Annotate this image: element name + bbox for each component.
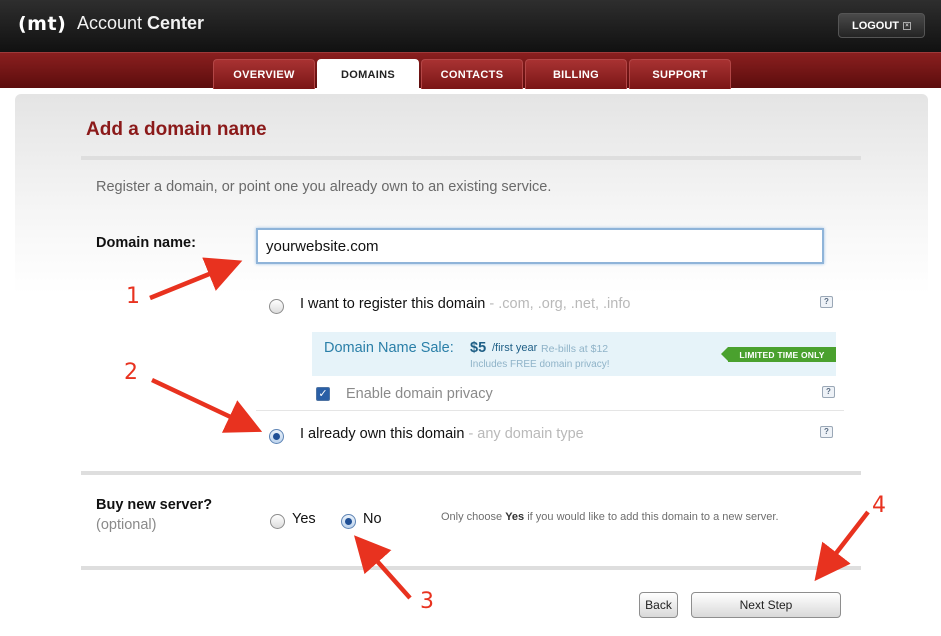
server-note-suffix: if you would like to add this domain to … <box>524 511 779 523</box>
footer-divider <box>81 566 861 570</box>
server-note: Only choose Yes if you would like to add… <box>441 511 779 523</box>
register-domain-hint: - .com, .org, .net, .info <box>485 296 631 312</box>
annotation-number-4: 4 <box>872 493 886 518</box>
server-yes-radio[interactable] <box>270 514 285 529</box>
tab-billing[interactable]: BILLING <box>525 59 627 89</box>
annotation-number-1: 1 <box>126 284 140 309</box>
section-divider <box>81 471 861 475</box>
domain-name-label: Domain name: <box>96 235 196 251</box>
mt-logo[interactable]: (mt) <box>18 13 66 35</box>
server-note-prefix: Only choose <box>441 511 506 523</box>
register-domain-label: I want to register this domain <box>300 296 486 312</box>
help-icon[interactable]: ? <box>822 386 835 398</box>
intro-text: Register a domain, or point one you alre… <box>96 179 552 195</box>
own-domain-radio[interactable] <box>269 429 284 444</box>
server-no-label[interactable]: No <box>363 511 382 527</box>
app-title: Account Center <box>77 13 204 34</box>
domain-name-input[interactable] <box>256 228 824 264</box>
next-step-button[interactable]: Next Step <box>691 592 841 618</box>
main-nav: OVERVIEW DOMAINS CONTACTS BILLING SUPPOR… <box>0 52 941 90</box>
back-button[interactable]: Back <box>639 592 678 618</box>
sale-price: $5 <box>470 340 487 356</box>
annotation-number-2: 2 <box>124 360 138 385</box>
sale-rebill: Re-bills at $12 <box>541 343 609 355</box>
buy-server-optional: (optional) <box>96 517 157 533</box>
account-center-page: (mt) Account Center LOGOUT × OVERVIEW DO… <box>0 0 941 636</box>
tab-contacts[interactable]: CONTACTS <box>421 59 523 89</box>
sale-free-privacy: Includes FREE domain privacy! <box>470 359 610 370</box>
logout-label: LOGOUT <box>851 19 900 32</box>
help-icon[interactable]: ? <box>820 296 833 308</box>
sale-title: Domain Name Sale: <box>324 340 454 356</box>
server-no-radio[interactable] <box>341 514 356 529</box>
close-box-icon: × <box>903 21 912 30</box>
tab-support[interactable]: SUPPORT <box>629 59 731 89</box>
annotation-number-3: 3 <box>420 589 434 614</box>
server-note-bold: Yes <box>505 511 525 523</box>
sale-period: /first year <box>492 342 538 354</box>
limited-time-badge: LIMITED TIME ONLY <box>721 347 836 362</box>
domain-privacy-label[interactable]: Enable domain privacy <box>346 386 493 402</box>
option-divider <box>256 410 844 411</box>
page-title: Add a domain name <box>86 119 267 140</box>
tab-domains[interactable]: DOMAINS <box>317 59 419 90</box>
buy-server-label: Buy new server? <box>96 497 213 513</box>
own-domain-label: I already own this domain <box>300 426 465 442</box>
server-yes-label[interactable]: Yes <box>292 511 316 527</box>
help-icon[interactable]: ? <box>820 426 833 438</box>
title-divider <box>81 156 861 160</box>
app-title-light: Account <box>77 13 148 33</box>
top-header: (mt) Account Center LOGOUT × <box>0 0 941 52</box>
register-domain-option[interactable]: I want to register this domain - .com, .… <box>300 296 630 312</box>
register-domain-radio[interactable] <box>269 299 284 314</box>
own-domain-option[interactable]: I already own this domain - any domain t… <box>300 426 584 442</box>
logout-button[interactable]: LOGOUT × <box>838 13 925 38</box>
domain-privacy-checkbox[interactable]: ✓ <box>316 387 330 401</box>
tab-overview[interactable]: OVERVIEW <box>213 59 315 89</box>
app-title-bold: Center <box>147 13 205 33</box>
own-domain-hint: - any domain type <box>464 426 584 442</box>
domain-sale-banner: Domain Name Sale: $5 /first year Re-bill… <box>312 332 836 376</box>
